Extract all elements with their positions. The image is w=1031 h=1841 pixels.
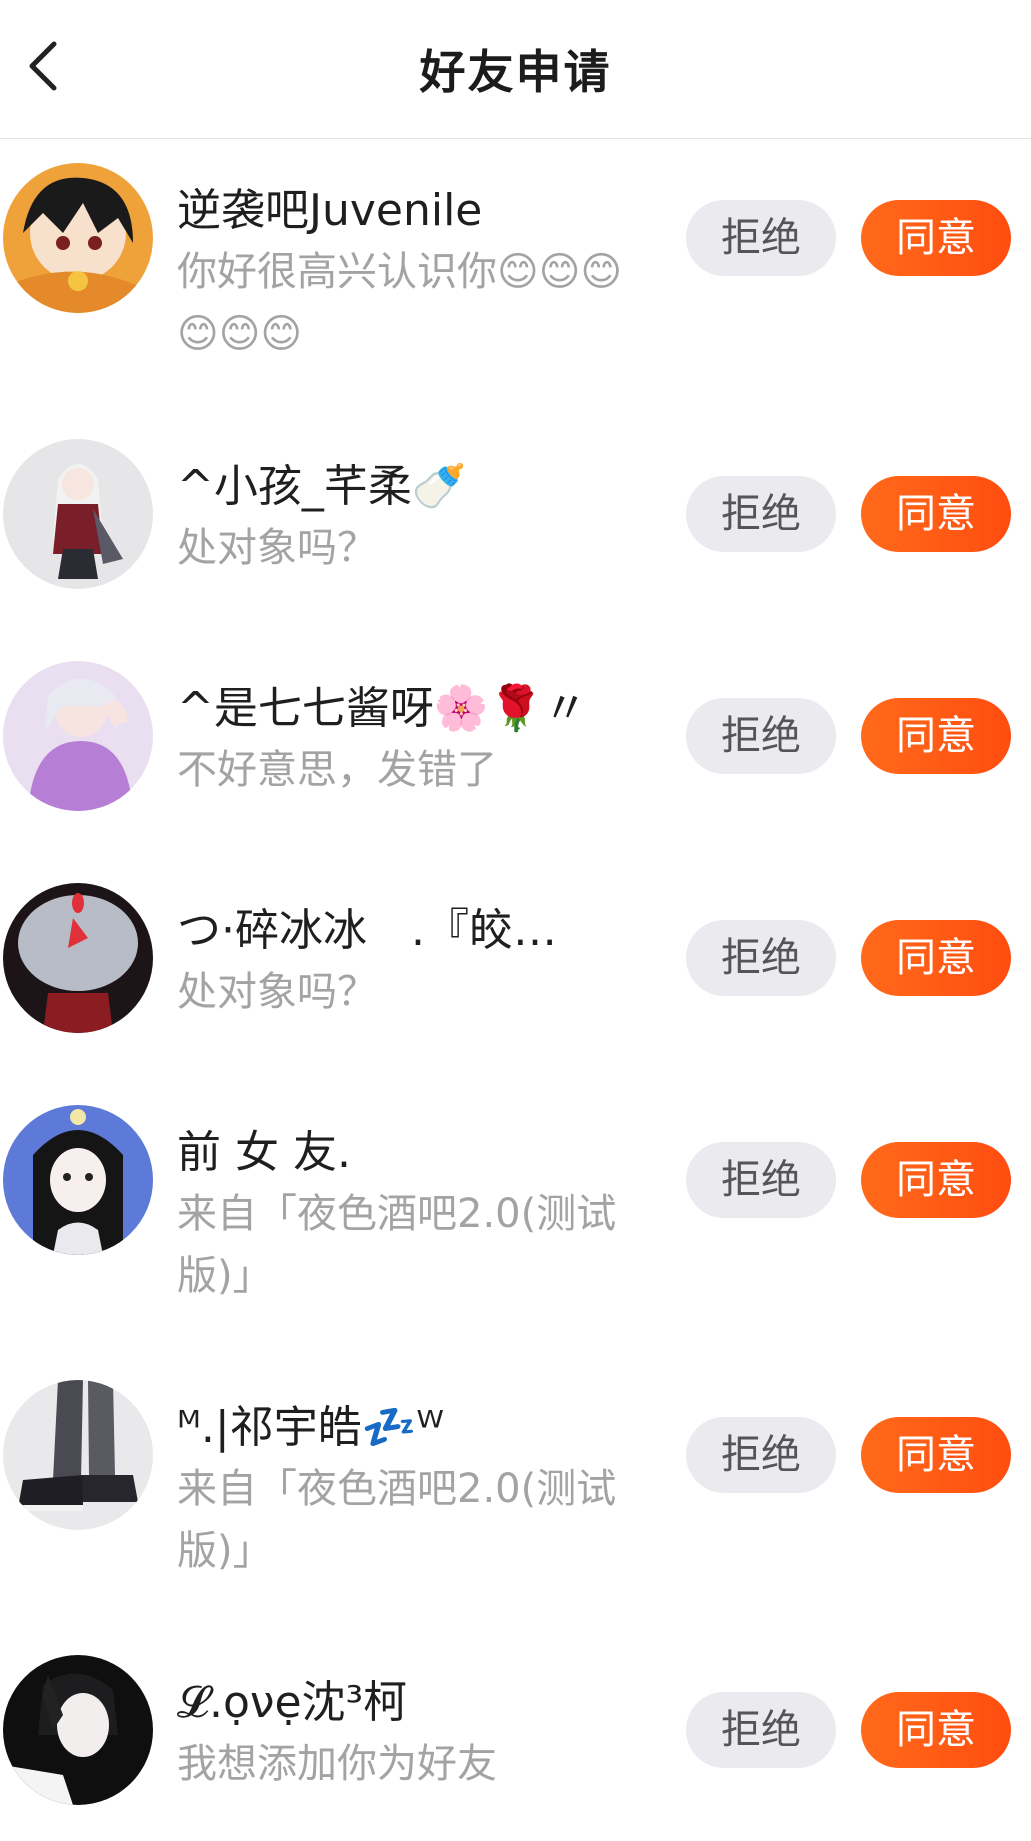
avatar[interactable] bbox=[3, 1655, 153, 1805]
accept-button[interactable]: 同意 bbox=[861, 1417, 1011, 1493]
requester-name: ^小孩_芊柔🍼 bbox=[177, 461, 467, 512]
reject-button[interactable]: 拒绝 bbox=[686, 698, 836, 774]
top-bar: 好友申请 bbox=[0, 0, 1031, 139]
request-message: 处对象吗？ bbox=[177, 969, 377, 1015]
requester-name: ᴹ.|祁宇皓💤ᵂ bbox=[177, 1402, 444, 1453]
reject-button[interactable]: 拒绝 bbox=[686, 1142, 836, 1218]
avatar[interactable] bbox=[3, 1105, 153, 1255]
request-message: 不好意思，发错了 bbox=[177, 747, 497, 793]
avatar[interactable] bbox=[3, 661, 153, 811]
requester-name: 前 女 友. bbox=[177, 1127, 351, 1178]
requester-name: つ·碎冰冰 .『皎… bbox=[177, 905, 557, 956]
accept-button[interactable]: 同意 bbox=[861, 476, 1011, 552]
reject-button[interactable]: 拒绝 bbox=[686, 1692, 836, 1768]
reject-button[interactable]: 拒绝 bbox=[686, 920, 836, 996]
reject-button[interactable]: 拒绝 bbox=[686, 200, 836, 276]
request-message: 处对象吗？ bbox=[177, 525, 377, 571]
accept-button[interactable]: 同意 bbox=[861, 1692, 1011, 1768]
request-message: 我想添加你为好友 bbox=[177, 1741, 497, 1787]
accept-button[interactable]: 同意 bbox=[861, 698, 1011, 774]
page-title: 好友申请 bbox=[419, 45, 612, 99]
reject-button[interactable]: 拒绝 bbox=[686, 476, 836, 552]
avatar[interactable] bbox=[3, 439, 153, 589]
accept-button[interactable]: 同意 bbox=[861, 1142, 1011, 1218]
avatar[interactable] bbox=[3, 1380, 153, 1530]
avatar[interactable] bbox=[3, 163, 153, 313]
accept-button[interactable]: 同意 bbox=[861, 200, 1011, 276]
reject-button[interactable]: 拒绝 bbox=[686, 1417, 836, 1493]
request-message: 你好很高兴认识你😊😊😊😊😊😊 bbox=[177, 249, 623, 357]
requester-name: 𝓛.ọνẹ沈³柯 bbox=[177, 1677, 408, 1728]
request-message: 来自「夜色酒吧2.0(测试版)」 bbox=[177, 1191, 617, 1299]
requester-name: ^是七七酱呀🌸🌹〃 bbox=[177, 683, 588, 734]
request-message: 来自「夜色酒吧2.0(测试版)」 bbox=[177, 1466, 617, 1574]
avatar[interactable] bbox=[3, 883, 153, 1033]
accept-button[interactable]: 同意 bbox=[861, 920, 1011, 996]
requester-name: 逆袭吧Juvenile bbox=[177, 185, 483, 236]
back-arrow-icon[interactable] bbox=[14, 36, 74, 96]
